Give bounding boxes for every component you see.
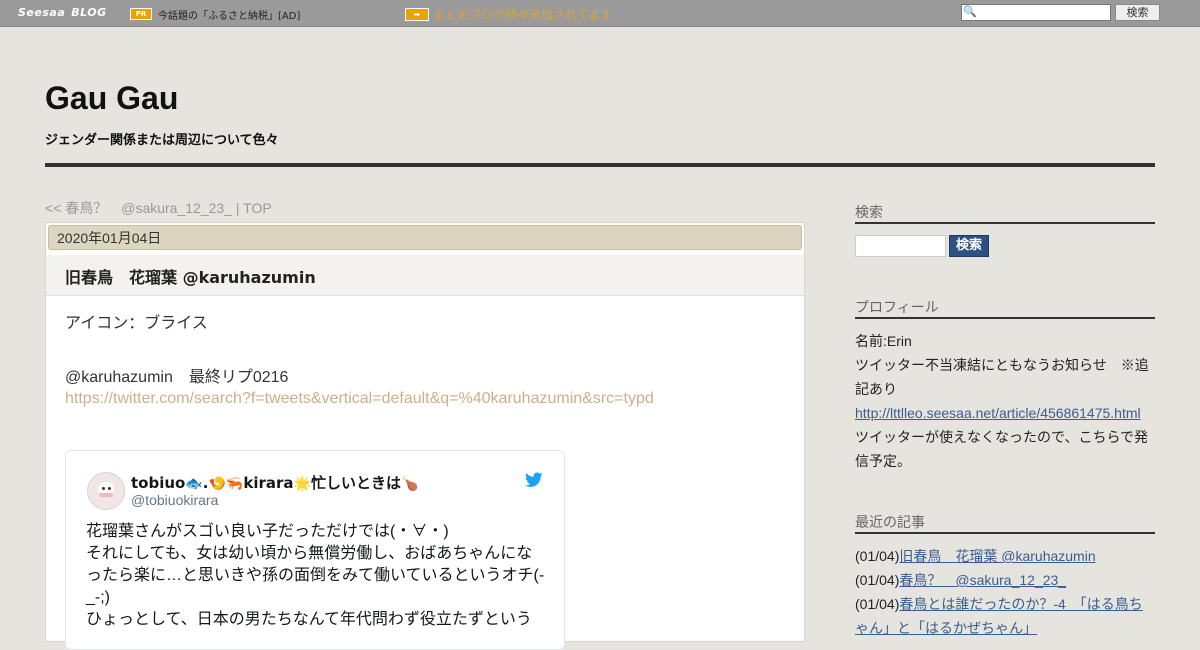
tweet-author-handle[interactable]: @tobiuokirara: [131, 492, 218, 508]
list-item: (01/04)旧春鳥 花瑠葉 @karuhazumin: [855, 544, 1155, 568]
search-icon: 🔍: [963, 5, 977, 18]
arrow-right-icon: ➡: [405, 8, 429, 21]
breadcrumb-separator: |: [235, 200, 240, 216]
tweet-text: 花瑠葉さんがスゴい良い子だっただけでは(・∀・) それにしても、女は幼い頃から無…: [86, 521, 548, 631]
header-divider: [45, 163, 1155, 167]
article-line-2: @karuhazumin 最終リプ0216: [65, 369, 289, 386]
recent-date: (01/04): [855, 596, 900, 612]
top-bar: Seesaa BLOG PR 今話題の「ふるさと納税」[AD] ➡ まとめブログ続…: [0, 0, 1200, 27]
shrimp-tempura-icon: 🍤: [208, 476, 226, 492]
avatar[interactable]: [87, 472, 125, 510]
top-search-input[interactable]: 🔍: [961, 4, 1111, 21]
sidebar-divider: [855, 532, 1155, 534]
recent-articles-list: (01/04)旧春鳥 花瑠葉 @karuhazumin (01/04)春鳥？ @…: [855, 544, 1155, 640]
site-title[interactable]: Gau Gau: [45, 80, 178, 117]
tweet-name-part-1: tobiuo: [131, 474, 186, 492]
seesaa-logo[interactable]: Seesaa BLOG: [18, 6, 107, 19]
tweet-line-1: 花瑠葉さんがスゴい良い子だっただけでは(・∀・): [86, 523, 449, 540]
pr-badge: PR: [130, 8, 152, 20]
recent-date: (01/04): [855, 572, 900, 588]
tweet-line-5: ひょっとして、日本の男たちなんて年代問わず役立たずという: [86, 611, 532, 628]
recent-article-link[interactable]: 春鳥とは誰だったのか？-4 「はる鳥ちゃん」と「はるかぜちゃん」: [855, 596, 1143, 636]
sidebar-divider: [855, 222, 1155, 224]
recent-article-link[interactable]: 旧春鳥 花瑠葉 @karuhazumin: [899, 548, 1095, 564]
star-icon: 🌟: [293, 476, 311, 492]
sidebar-profile-heading: プロフィール: [855, 299, 939, 315]
article-title[interactable]: 旧春鳥 花瑠葉 @karuhazumin: [65, 264, 316, 288]
profile-note: ツイッターが使えなくなったので、こちらで発信予定。: [855, 429, 1149, 469]
shrimp-icon: 🦐: [225, 476, 244, 492]
matome-link[interactable]: まとめブログ続々追加されてます: [433, 6, 612, 23]
article-title-bar: 旧春鳥 花瑠葉 @karuhazumin: [46, 255, 804, 296]
breadcrumb: << 春鳥？ @sakura_12_23_ | TOP: [45, 198, 272, 218]
tweet-line-4: _-;): [86, 589, 110, 606]
profile-notice: ツイッター不当凍結にともなうお知らせ ※追記あり: [855, 357, 1149, 397]
embedded-tweet[interactable]: tobiuo🐟.🍤🦐kirara🌟忙しいときは🍗 @tobiuokirara 花…: [65, 450, 565, 650]
recent-date: (01/04): [855, 548, 900, 564]
profile-link-wrapper: http://lttlleo.seesaa.net/article/456861…: [855, 401, 1155, 425]
sidebar-search-button[interactable]: 検索: [949, 235, 989, 257]
profile-name: 名前:Erin: [855, 333, 912, 349]
tweet-line-2: それにしても、女は幼い頃から無償労働し、おばあちゃんにな: [86, 545, 533, 562]
recent-article-link[interactable]: 春鳥？ @sakura_12_23_: [899, 572, 1066, 588]
sidebar-search-heading: 検索: [855, 204, 883, 220]
list-item: (01/04)春鳥？ @sakura_12_23_: [855, 568, 1155, 592]
drumstick-icon: 🍗: [400, 476, 419, 492]
article-line-1: アイコン：ブライス: [65, 315, 208, 332]
pr-ad-link[interactable]: 今話題の「ふるさと納税」[AD]: [158, 7, 300, 22]
sidebar-divider: [855, 317, 1155, 319]
fish-icon: 🐟: [185, 476, 203, 492]
tweet-author-name[interactable]: tobiuo🐟.🍤🦐kirara🌟忙しいときは🍗: [131, 472, 418, 493]
article-search-link[interactable]: https://twitter.com/search?f=tweets&vert…: [65, 390, 654, 408]
logo-brand: Seesaa: [18, 6, 66, 19]
prev-article-link[interactable]: << 春鳥？ @sakura_12_23_: [45, 200, 232, 216]
sidebar-recent-heading: 最近の記事: [855, 514, 925, 530]
tweet-line-3: ったら楽に…と思いきや孫の面倒をみて働いているというオチ(-: [86, 567, 545, 584]
article-date: 2020年01月04日: [48, 225, 802, 250]
tweet-name-part-3: kirara: [243, 474, 294, 492]
top-search-button[interactable]: 検索: [1115, 4, 1160, 21]
logo-blog: BLOG: [71, 6, 107, 19]
top-link[interactable]: TOP: [243, 200, 272, 216]
profile-notice-link[interactable]: http://lttlleo.seesaa.net/article/456861…: [855, 405, 1141, 421]
list-item: (01/04)春鳥とは誰だったのか？-4 「はる鳥ちゃん」と「はるかぜちゃん」: [855, 592, 1155, 640]
article: 2020年01月04日 旧春鳥 花瑠葉 @karuhazumin アイコン：ブラ…: [45, 222, 805, 650]
site-description: ジェンダー関係または周辺について色々: [45, 133, 279, 148]
tweet-name-part-4: 忙しいときは: [310, 474, 401, 492]
twitter-bird-icon[interactable]: [525, 472, 543, 488]
sidebar-search-input[interactable]: [855, 235, 946, 257]
